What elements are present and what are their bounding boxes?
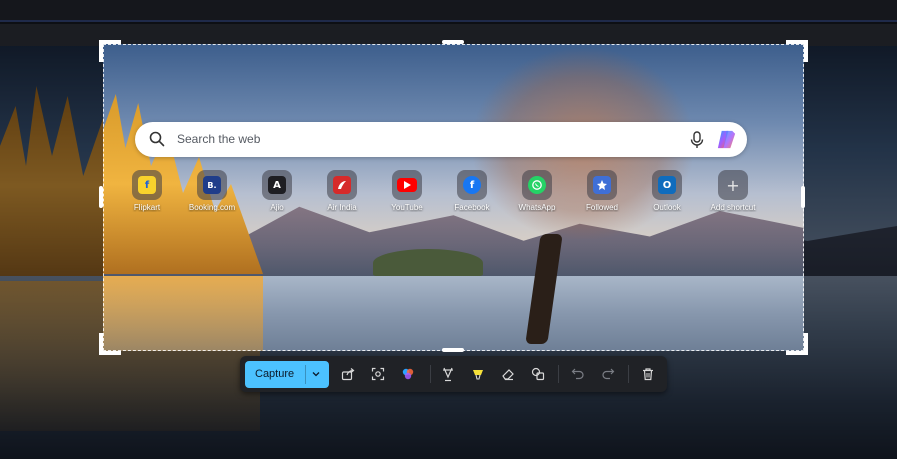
resize-handle-bottom-left[interactable] <box>99 333 121 355</box>
followed-icon <box>593 176 611 194</box>
resize-handle-bottom[interactable] <box>442 348 464 352</box>
visual-search-button[interactable] <box>368 364 388 384</box>
search-input[interactable]: Search the web <box>177 132 260 146</box>
redo-button[interactable] <box>598 364 618 384</box>
top-bar <box>0 0 897 22</box>
highlighter-button[interactable] <box>468 364 488 384</box>
chevron-down-icon[interactable] <box>311 369 321 379</box>
search-icon <box>149 131 165 147</box>
shapes-icon <box>531 367 545 381</box>
facebook-icon: f <box>463 176 481 194</box>
shortcut-air-india[interactable]: Air India <box>312 170 372 216</box>
shortcut-add[interactable]: + Add shortcut <box>703 170 763 216</box>
resize-handle-top-left[interactable] <box>99 40 121 62</box>
copilot-icon[interactable] <box>715 128 738 151</box>
eraser-icon <box>502 369 514 381</box>
resize-handle-top-right[interactable] <box>786 40 808 62</box>
undo-icon <box>571 368 584 380</box>
shortcut-booking[interactable]: B. Booking.com <box>182 170 242 216</box>
shortcut-followed[interactable]: Followed <box>572 170 632 216</box>
redo-icon <box>602 368 615 380</box>
resize-handle-left[interactable] <box>99 186 103 208</box>
shortcut-flipkart[interactable]: f Flipkart <box>117 170 177 216</box>
trash-icon <box>643 368 653 381</box>
undo-button[interactable] <box>568 364 588 384</box>
delete-button[interactable] <box>638 364 658 384</box>
air-india-icon <box>333 176 351 194</box>
share-button[interactable] <box>338 364 358 384</box>
share-icon <box>341 368 355 381</box>
search-box[interactable]: Search the web <box>135 122 747 157</box>
outlook-icon: O <box>658 176 676 194</box>
pen-icon <box>443 367 453 382</box>
shortcut-whatsapp[interactable]: WhatsApp <box>507 170 567 216</box>
copilot-icon <box>402 368 414 380</box>
eraser-button[interactable] <box>498 364 518 384</box>
whatsapp-icon <box>528 176 546 194</box>
shortcut-youtube[interactable]: YouTube <box>377 170 437 216</box>
ballpoint-pen-button[interactable] <box>438 364 458 384</box>
flipkart-icon: f <box>138 176 156 194</box>
plus-icon: + <box>726 175 740 195</box>
ajio-icon: A <box>268 176 286 194</box>
microphone-icon[interactable] <box>689 131 705 149</box>
scan-icon <box>371 367 385 381</box>
shortcut-ajio[interactable]: A Ajio <box>247 170 307 216</box>
resize-handle-bottom-right[interactable] <box>786 333 808 355</box>
highlighter-icon <box>473 370 483 380</box>
resize-handle-right[interactable] <box>801 186 805 208</box>
copilot-button[interactable] <box>398 364 418 384</box>
snipping-toolbar: Capture <box>240 356 667 392</box>
shortcut-facebook[interactable]: f Facebook <box>442 170 502 216</box>
capture-button[interactable]: Capture <box>245 361 329 388</box>
booking-icon: B. <box>203 176 221 194</box>
youtube-icon <box>397 178 417 192</box>
shapes-button[interactable] <box>528 364 548 384</box>
shortcut-outlook[interactable]: O Outlook <box>637 170 697 216</box>
resize-handle-top[interactable] <box>442 40 464 44</box>
